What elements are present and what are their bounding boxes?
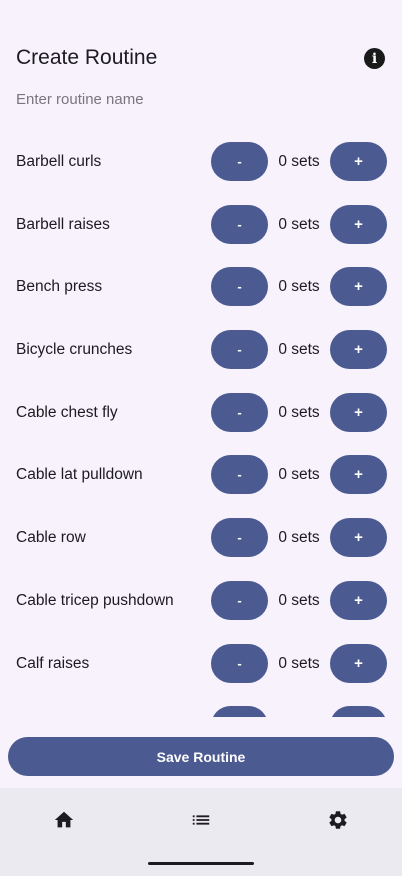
exercise-row: Bench press - 0 sets +	[0, 255, 402, 318]
nav-settings[interactable]	[318, 808, 358, 832]
exercise-row: Barbell curls - 0 sets +	[0, 130, 402, 193]
exercise-row: Cable row - 0 sets +	[0, 506, 402, 569]
sets-count: 0 sets	[278, 153, 320, 170]
increment-sets-button[interactable]: +	[330, 142, 387, 181]
exercise-name: Barbell curls	[16, 153, 102, 170]
exercise-name: Cable row	[16, 529, 86, 547]
increment-sets-button[interactable]: +	[330, 643, 387, 683]
sets-count: 0 sets	[278, 403, 320, 421]
sets-count: 0 sets	[278, 278, 320, 296]
header: Create Routine i	[0, 40, 402, 76]
increment-sets-button[interactable]: +	[330, 392, 387, 432]
save-routine-button[interactable]: Save Routine	[8, 737, 394, 776]
gear-icon	[329, 811, 347, 829]
decrement-sets-button[interactable]: -	[211, 330, 268, 370]
nav-home[interactable]	[44, 808, 84, 832]
decrement-sets-button[interactable]: -	[211, 455, 268, 495]
home-icon	[54, 811, 74, 828]
info-icon[interactable]: i	[364, 48, 385, 69]
increment-sets-button[interactable]: +	[330, 580, 387, 620]
sets-count: 0 sets	[278, 591, 320, 609]
gesture-handle	[148, 862, 254, 865]
sets-count: 0 sets	[278, 529, 320, 547]
nav-routines[interactable]	[181, 808, 221, 832]
list-icon	[192, 815, 210, 825]
decrement-sets-button[interactable]: -	[211, 267, 268, 307]
exercise-row: Barbell raises - 0 sets +	[0, 193, 402, 256]
create-routine-screen: Create Routine i Barbell curls - 0 sets …	[0, 0, 402, 876]
increment-sets-button[interactable]: +	[330, 330, 387, 370]
decrement-sets-button[interactable]: -	[211, 518, 268, 558]
decrement-sets-button[interactable]: -	[211, 142, 268, 181]
routine-name-input[interactable]	[16, 86, 386, 112]
exercise-name: Cable lat pulldown	[16, 466, 143, 484]
exercise-name: Cable tricep pushdown	[16, 591, 174, 609]
exercise-name: Bicycle crunches	[16, 341, 133, 359]
increment-sets-button[interactable]: +	[330, 267, 387, 307]
decrement-sets-button[interactable]: -	[211, 204, 268, 244]
bottom-navigation	[0, 788, 402, 876]
increment-sets-button[interactable]: +	[330, 204, 387, 244]
sets-count: 0 sets	[278, 341, 320, 359]
exercise-name: Cable chest fly	[16, 403, 118, 421]
decrement-sets-button[interactable]	[211, 706, 268, 717]
exercise-row: Cable chest fly - 0 sets +	[0, 381, 402, 444]
sets-count: 0 sets	[278, 466, 320, 484]
exercise-row	[0, 694, 402, 717]
sets-count: 0 sets	[278, 654, 320, 672]
decrement-sets-button[interactable]: -	[211, 580, 268, 620]
exercise-row: Cable lat pulldown - 0 sets +	[0, 443, 402, 506]
sets-count: 0 sets	[278, 215, 320, 233]
exercise-name: Calf raises	[16, 654, 90, 672]
exercise-row: Calf raises - 0 sets +	[0, 632, 402, 695]
exercise-name: Bench press	[16, 278, 103, 296]
exercise-row: Bicycle crunches - 0 sets +	[0, 318, 402, 381]
exercise-list[interactable]: Barbell curls - 0 sets + Barbell raises …	[0, 130, 402, 717]
increment-sets-button[interactable]: +	[330, 518, 387, 558]
exercise-name: Barbell raises	[16, 215, 110, 233]
exercise-row: Cable tricep pushdown - 0 sets +	[0, 569, 402, 632]
increment-sets-button[interactable]	[330, 706, 387, 717]
decrement-sets-button[interactable]: -	[211, 392, 268, 432]
increment-sets-button[interactable]: +	[330, 455, 387, 495]
page-title: Create Routine	[16, 46, 158, 69]
decrement-sets-button[interactable]: -	[211, 643, 268, 683]
